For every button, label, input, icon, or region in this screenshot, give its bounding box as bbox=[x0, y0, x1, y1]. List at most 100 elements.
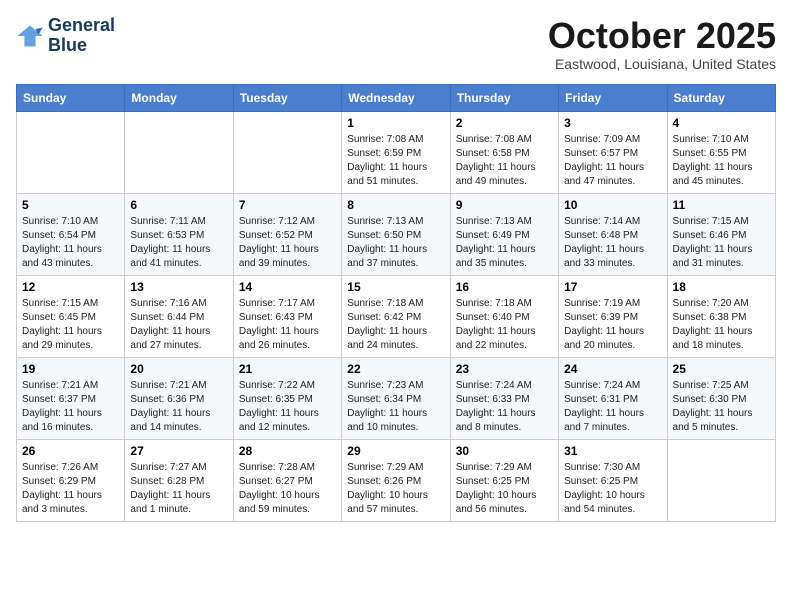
day-number: 23 bbox=[456, 362, 553, 376]
calendar-week-row: 1 Sunrise: 7:08 AM Sunset: 6:59 PM Daylig… bbox=[17, 111, 776, 193]
calendar-header-monday: Monday bbox=[125, 84, 233, 111]
calendar-header-wednesday: Wednesday bbox=[342, 84, 450, 111]
calendar-cell: 5 Sunrise: 7:10 AM Sunset: 6:54 PM Daylig… bbox=[17, 193, 125, 275]
day-info: Sunrise: 7:22 AM Sunset: 6:35 PM Dayligh… bbox=[239, 379, 336, 435]
calendar-cell: 2 Sunrise: 7:08 AM Sunset: 6:58 PM Daylig… bbox=[450, 111, 558, 193]
day-info: Sunrise: 7:29 AM Sunset: 6:25 PM Dayligh… bbox=[456, 461, 553, 517]
day-info: Sunrise: 7:15 AM Sunset: 6:45 PM Dayligh… bbox=[22, 297, 119, 353]
day-info: Sunrise: 7:15 AM Sunset: 6:46 PM Dayligh… bbox=[673, 215, 770, 271]
calendar-header-thursday: Thursday bbox=[450, 84, 558, 111]
day-info: Sunrise: 7:14 AM Sunset: 6:48 PM Dayligh… bbox=[564, 215, 661, 271]
day-number: 13 bbox=[130, 280, 227, 294]
day-number: 14 bbox=[239, 280, 336, 294]
calendar-header-sunday: Sunday bbox=[17, 84, 125, 111]
calendar-week-row: 19Sunrise: 7:21 AM Sunset: 6:37 PM Dayli… bbox=[17, 357, 776, 439]
day-info: Sunrise: 7:08 AM Sunset: 6:58 PM Dayligh… bbox=[456, 133, 553, 189]
calendar-week-row: 5 Sunrise: 7:10 AM Sunset: 6:54 PM Daylig… bbox=[17, 193, 776, 275]
day-number: 15 bbox=[347, 280, 444, 294]
calendar-cell: 19Sunrise: 7:21 AM Sunset: 6:37 PM Dayli… bbox=[17, 357, 125, 439]
day-number: 27 bbox=[130, 444, 227, 458]
day-info: Sunrise: 7:10 AM Sunset: 6:54 PM Dayligh… bbox=[22, 215, 119, 271]
calendar-cell bbox=[17, 111, 125, 193]
day-number: 3 bbox=[564, 116, 661, 130]
day-info: Sunrise: 7:30 AM Sunset: 6:25 PM Dayligh… bbox=[564, 461, 661, 517]
day-number: 9 bbox=[456, 198, 553, 212]
calendar-cell: 13 Sunrise: 7:16 AM Sunset: 6:44 PM Dayli… bbox=[125, 275, 233, 357]
calendar-cell: 22 Sunrise: 7:23 AM Sunset: 6:34 PM Dayli… bbox=[342, 357, 450, 439]
day-info: Sunrise: 7:25 AM Sunset: 6:30 PM Dayligh… bbox=[673, 379, 770, 435]
day-number: 4 bbox=[673, 116, 770, 130]
day-number: 6 bbox=[130, 198, 227, 212]
calendar-header-saturday: Saturday bbox=[667, 84, 775, 111]
calendar-week-row: 26 Sunrise: 7:26 AM Sunset: 6:29 PM Dayli… bbox=[17, 439, 776, 521]
calendar-week-row: 12 Sunrise: 7:15 AM Sunset: 6:45 PM Dayli… bbox=[17, 275, 776, 357]
calendar-cell: 7Sunrise: 7:12 AM Sunset: 6:52 PM Daylig… bbox=[233, 193, 341, 275]
page-header: General Blue October 2025 Eastwood, Loui… bbox=[16, 16, 776, 72]
calendar-cell: 29 Sunrise: 7:29 AM Sunset: 6:26 PM Dayli… bbox=[342, 439, 450, 521]
calendar-cell: 3 Sunrise: 7:09 AM Sunset: 6:57 PM Daylig… bbox=[559, 111, 667, 193]
day-info: Sunrise: 7:13 AM Sunset: 6:49 PM Dayligh… bbox=[456, 215, 553, 271]
calendar-cell: 6 Sunrise: 7:11 AM Sunset: 6:53 PM Daylig… bbox=[125, 193, 233, 275]
calendar-cell: 20 Sunrise: 7:21 AM Sunset: 6:36 PM Dayli… bbox=[125, 357, 233, 439]
day-info: Sunrise: 7:17 AM Sunset: 6:43 PM Dayligh… bbox=[239, 297, 336, 353]
day-info: Sunrise: 7:23 AM Sunset: 6:34 PM Dayligh… bbox=[347, 379, 444, 435]
day-number: 29 bbox=[347, 444, 444, 458]
calendar-cell: 25 Sunrise: 7:25 AM Sunset: 6:30 PM Dayli… bbox=[667, 357, 775, 439]
day-number: 21 bbox=[239, 362, 336, 376]
calendar-cell: 12 Sunrise: 7:15 AM Sunset: 6:45 PM Dayli… bbox=[17, 275, 125, 357]
calendar-cell: 28Sunrise: 7:28 AM Sunset: 6:27 PM Dayli… bbox=[233, 439, 341, 521]
day-info: Sunrise: 7:13 AM Sunset: 6:50 PM Dayligh… bbox=[347, 215, 444, 271]
calendar-header-friday: Friday bbox=[559, 84, 667, 111]
day-number: 2 bbox=[456, 116, 553, 130]
day-number: 26 bbox=[22, 444, 119, 458]
day-number: 7 bbox=[239, 198, 336, 212]
day-info: Sunrise: 7:18 AM Sunset: 6:42 PM Dayligh… bbox=[347, 297, 444, 353]
day-info: Sunrise: 7:18 AM Sunset: 6:40 PM Dayligh… bbox=[456, 297, 553, 353]
day-info: Sunrise: 7:26 AM Sunset: 6:29 PM Dayligh… bbox=[22, 461, 119, 517]
day-number: 8 bbox=[347, 198, 444, 212]
calendar-cell: 16 Sunrise: 7:18 AM Sunset: 6:40 PM Dayli… bbox=[450, 275, 558, 357]
logo-text: General Blue bbox=[48, 16, 115, 56]
calendar-cell: 9 Sunrise: 7:13 AM Sunset: 6:49 PM Daylig… bbox=[450, 193, 558, 275]
calendar-cell: 26 Sunrise: 7:26 AM Sunset: 6:29 PM Dayli… bbox=[17, 439, 125, 521]
day-info: Sunrise: 7:21 AM Sunset: 6:36 PM Dayligh… bbox=[130, 379, 227, 435]
day-info: Sunrise: 7:08 AM Sunset: 6:59 PM Dayligh… bbox=[347, 133, 444, 189]
calendar-cell: 23Sunrise: 7:24 AM Sunset: 6:33 PM Dayli… bbox=[450, 357, 558, 439]
day-info: Sunrise: 7:20 AM Sunset: 6:38 PM Dayligh… bbox=[673, 297, 770, 353]
calendar-cell: 21 Sunrise: 7:22 AM Sunset: 6:35 PM Dayli… bbox=[233, 357, 341, 439]
day-number: 16 bbox=[456, 280, 553, 294]
day-number: 20 bbox=[130, 362, 227, 376]
day-number: 17 bbox=[564, 280, 661, 294]
day-info: Sunrise: 7:28 AM Sunset: 6:27 PM Dayligh… bbox=[239, 461, 336, 517]
calendar-cell bbox=[667, 439, 775, 521]
day-info: Sunrise: 7:16 AM Sunset: 6:44 PM Dayligh… bbox=[130, 297, 227, 353]
calendar-cell bbox=[125, 111, 233, 193]
calendar-cell: 10Sunrise: 7:14 AM Sunset: 6:48 PM Dayli… bbox=[559, 193, 667, 275]
day-number: 12 bbox=[22, 280, 119, 294]
calendar-cell: 17Sunrise: 7:19 AM Sunset: 6:39 PM Dayli… bbox=[559, 275, 667, 357]
day-number: 18 bbox=[673, 280, 770, 294]
calendar-cell: 1 Sunrise: 7:08 AM Sunset: 6:59 PM Daylig… bbox=[342, 111, 450, 193]
day-number: 31 bbox=[564, 444, 661, 458]
calendar-body: 1 Sunrise: 7:08 AM Sunset: 6:59 PM Daylig… bbox=[17, 111, 776, 521]
day-info: Sunrise: 7:29 AM Sunset: 6:26 PM Dayligh… bbox=[347, 461, 444, 517]
logo-bird-icon bbox=[16, 22, 44, 50]
calendar-cell: 30 Sunrise: 7:29 AM Sunset: 6:25 PM Dayli… bbox=[450, 439, 558, 521]
day-number: 30 bbox=[456, 444, 553, 458]
day-number: 1 bbox=[347, 116, 444, 130]
month-title: October 2025 bbox=[548, 16, 776, 56]
day-number: 25 bbox=[673, 362, 770, 376]
calendar-cell: 14 Sunrise: 7:17 AM Sunset: 6:43 PM Dayli… bbox=[233, 275, 341, 357]
day-number: 5 bbox=[22, 198, 119, 212]
day-number: 11 bbox=[673, 198, 770, 212]
day-info: Sunrise: 7:09 AM Sunset: 6:57 PM Dayligh… bbox=[564, 133, 661, 189]
calendar-cell: 24Sunrise: 7:24 AM Sunset: 6:31 PM Dayli… bbox=[559, 357, 667, 439]
calendar-header-tuesday: Tuesday bbox=[233, 84, 341, 111]
day-info: Sunrise: 7:24 AM Sunset: 6:31 PM Dayligh… bbox=[564, 379, 661, 435]
day-info: Sunrise: 7:11 AM Sunset: 6:53 PM Dayligh… bbox=[130, 215, 227, 271]
calendar-cell: 15 Sunrise: 7:18 AM Sunset: 6:42 PM Dayli… bbox=[342, 275, 450, 357]
calendar-cell: 18 Sunrise: 7:20 AM Sunset: 6:38 PM Dayli… bbox=[667, 275, 775, 357]
calendar-cell: 4Sunrise: 7:10 AM Sunset: 6:55 PM Daylig… bbox=[667, 111, 775, 193]
day-number: 22 bbox=[347, 362, 444, 376]
calendar-cell: 27Sunrise: 7:27 AM Sunset: 6:28 PM Dayli… bbox=[125, 439, 233, 521]
